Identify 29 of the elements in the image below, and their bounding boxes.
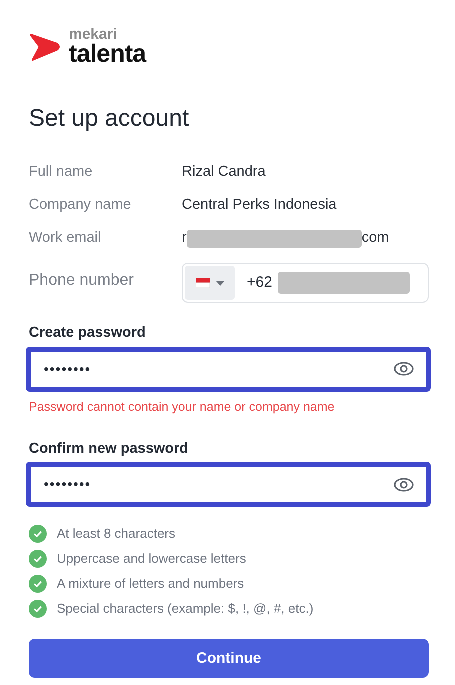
- requirement-text: At least 8 characters: [57, 525, 176, 543]
- page-title: Set up account: [29, 104, 190, 134]
- field-label: Company name: [29, 196, 132, 215]
- error-message: Password cannot contain your name or company name: [29, 398, 336, 416]
- field-label: Full name: [29, 162, 94, 182]
- brand-name: mekari: [69, 28, 118, 42]
- field-label: Phone number: [29, 271, 135, 291]
- caret-icon: [216, 280, 224, 286]
- field-label: Work email: [29, 228, 102, 248]
- field-label: Create password: [29, 324, 147, 343]
- password-field[interactable]: ••••••••: [26, 346, 431, 392]
- flag-icon: [196, 278, 210, 288]
- continue-button[interactable]: Continue: [29, 639, 429, 678]
- phone-prefix: +62: [247, 272, 272, 293]
- field-value: Rizal Candra: [182, 162, 266, 182]
- brand-name: talenta: [69, 42, 146, 66]
- password-field[interactable]: ••••••••: [26, 462, 431, 508]
- eye-icon[interactable]: [394, 478, 414, 492]
- requirement-text: Special characters (example: $, !, @, #, etc.): [57, 600, 314, 618]
- field-value: r: [182, 228, 187, 248]
- field-value: com: [362, 228, 390, 248]
- logo-icon: [29, 33, 61, 61]
- phone-field[interactable]: +62: [182, 263, 429, 303]
- country-select[interactable]: [185, 266, 235, 300]
- requirement-text: A mixture of letters and numbers: [57, 575, 244, 593]
- field-value: Central Perks Indonesia: [182, 196, 337, 215]
- requirement-text: Uppercase and lowercase letters: [57, 550, 246, 568]
- field-label: Confirm new password: [29, 440, 190, 458]
- eye-icon[interactable]: [394, 362, 414, 376]
